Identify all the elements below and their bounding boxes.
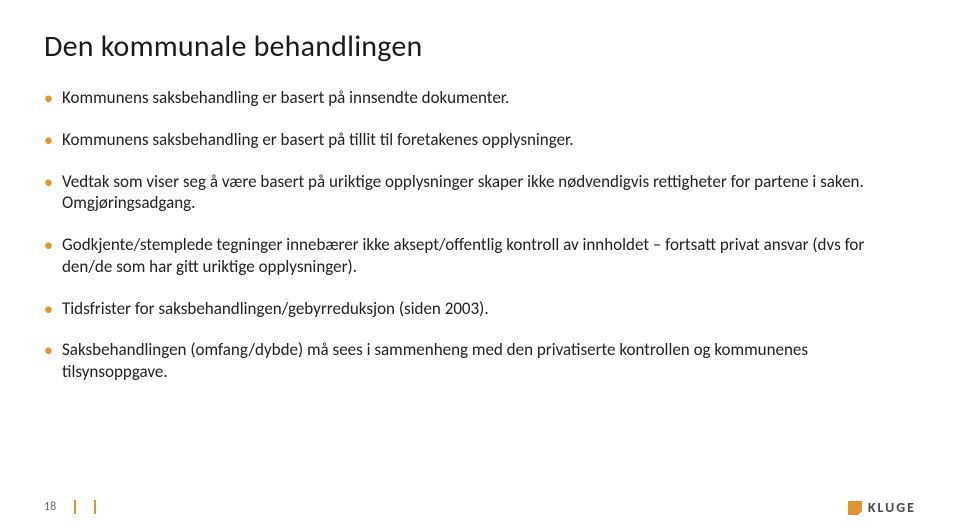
bullet-item: Kommunens saksbehandling er basert på in… <box>44 87 916 109</box>
slide: Den kommunale behandlingen Kommunens sak… <box>0 0 960 530</box>
bullet-item: Tidsfrister for saksbehandlingen/gebyrre… <box>44 298 916 320</box>
footer-tick-icon <box>94 500 96 514</box>
logo-text: KLUGE <box>868 499 916 516</box>
brand-logo: KLUGE <box>848 499 916 516</box>
footer: 18 <box>44 500 96 514</box>
bullet-list: Kommunens saksbehandling er basert på in… <box>44 87 916 383</box>
bullet-item: Saksbehandlingen (omfang/dybde) må sees … <box>44 339 916 383</box>
page-number: 18 <box>44 500 56 514</box>
bullet-item: Kommunens saksbehandling er basert på ti… <box>44 129 916 151</box>
logo-mark-icon <box>848 501 862 515</box>
bullet-item: Godkjente/stemplede tegninger innebærer … <box>44 234 916 278</box>
slide-title: Den kommunale behandlingen <box>44 28 916 65</box>
bullet-item: Vedtak som viser seg å være basert på ur… <box>44 171 916 215</box>
footer-tick-icon <box>74 500 76 514</box>
